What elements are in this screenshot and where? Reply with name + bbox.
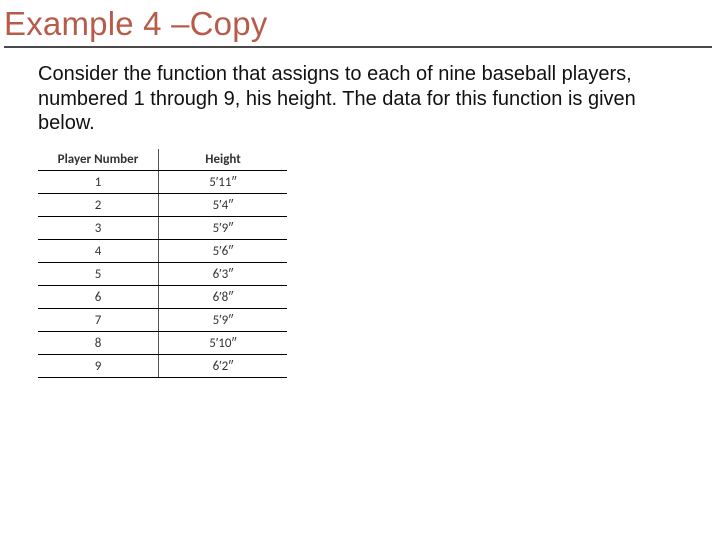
cell-player: 9: [38, 355, 159, 378]
cell-player: 8: [38, 332, 159, 355]
col-header-player: Player Number: [38, 149, 159, 171]
table-row: 9 6′2″: [38, 355, 287, 378]
cell-height: 6′8″: [159, 286, 288, 309]
table-row: 4 5′6″: [38, 240, 287, 263]
height-table: Player Number Height 1 5′11″ 2 5′4″ 3 5′…: [38, 149, 287, 378]
cell-player: 7: [38, 309, 159, 332]
cell-height: 5′9″: [159, 309, 288, 332]
table-row: 7 5′9″: [38, 309, 287, 332]
table-row: 6 6′8″: [38, 286, 287, 309]
col-header-height: Height: [159, 149, 288, 171]
table-row: 2 5′4″: [38, 194, 287, 217]
title-area: Example 4 –Copy: [0, 0, 720, 48]
table-row: 1 5′11″: [38, 171, 287, 194]
cell-height: 6′2″: [159, 355, 288, 378]
cell-height: 5′11″: [159, 171, 288, 194]
table-container: Player Number Height 1 5′11″ 2 5′4″ 3 5′…: [0, 135, 720, 378]
page-title: Example 4 –Copy: [4, 6, 712, 48]
slide-container: { "title": "Example 4 –Copy", "body": "C…: [0, 0, 720, 540]
table-row: 3 5′9″: [38, 217, 287, 240]
cell-height: 5′4″: [159, 194, 288, 217]
cell-height: 5′6″: [159, 240, 288, 263]
cell-player: 6: [38, 286, 159, 309]
cell-height: 6′3″: [159, 263, 288, 286]
cell-player: 3: [38, 217, 159, 240]
cell-player: 4: [38, 240, 159, 263]
table-header-row: Player Number Height: [38, 149, 287, 171]
cell-player: 5: [38, 263, 159, 286]
table-row: 5 6′3″: [38, 263, 287, 286]
table-row: 8 5′10″: [38, 332, 287, 355]
cell-player: 2: [38, 194, 159, 217]
body-paragraph: Consider the function that assigns to ea…: [0, 48, 718, 135]
cell-height: 5′9″: [159, 217, 288, 240]
cell-height: 5′10″: [159, 332, 288, 355]
cell-player: 1: [38, 171, 159, 194]
